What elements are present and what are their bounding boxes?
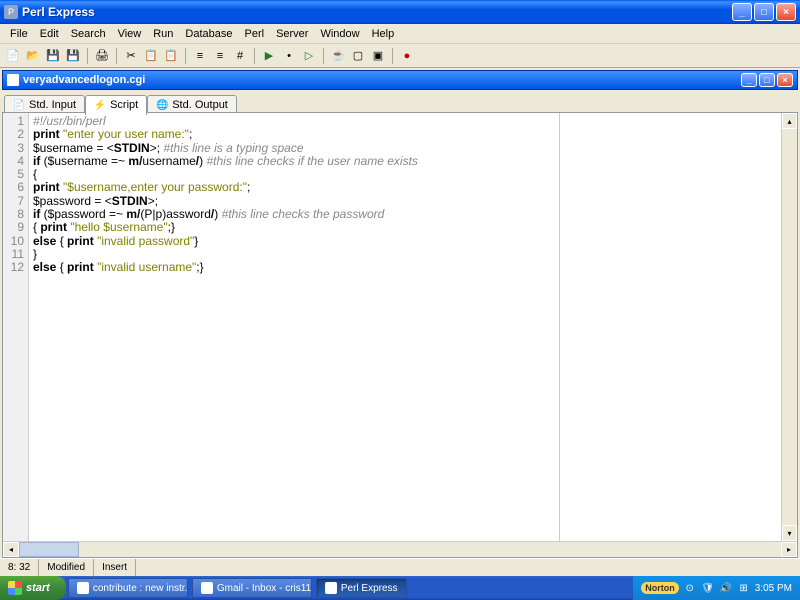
- vertical-scrollbar[interactable]: ▴ ▾: [781, 113, 797, 541]
- line-gutter: 123456789101112: [3, 113, 29, 541]
- separator: [392, 48, 393, 64]
- cursor-position: 8: 32: [0, 559, 39, 576]
- copy-icon[interactable]: 📋: [142, 47, 160, 65]
- scroll-track[interactable]: [782, 129, 797, 525]
- menu-window[interactable]: Window: [314, 26, 365, 42]
- app-titlebar: P Perl Express _ □ ×: [0, 0, 800, 24]
- menu-file[interactable]: File: [4, 26, 34, 42]
- taskbar-label: contribute : new instr...: [93, 583, 188, 594]
- app-icon: [201, 582, 213, 594]
- comment-icon[interactable]: #: [231, 47, 249, 65]
- print-icon[interactable]: 🖨: [93, 47, 111, 65]
- indent-icon[interactable]: ≡: [191, 47, 209, 65]
- taskbar-label: Perl Express: [341, 583, 398, 594]
- clock[interactable]: 3:05 PM: [755, 583, 792, 594]
- tab-label: Script: [110, 99, 138, 111]
- scroll-down-icon[interactable]: ▾: [782, 525, 797, 541]
- separator: [116, 48, 117, 64]
- debug-icon[interactable]: ☕: [329, 47, 347, 65]
- toolbar: 📄 📂 💾 💾 🖨 ✂ 📋 📋 ≡ ≡ # ▶ • ▷ ☕ ▢ ▣ ●: [0, 44, 800, 68]
- scroll-right-icon[interactable]: ▸: [781, 542, 797, 557]
- tray-icon[interactable]: ⊙: [683, 581, 697, 595]
- tray-icon[interactable]: ⊞: [737, 581, 751, 595]
- menu-edit[interactable]: Edit: [34, 26, 65, 42]
- start-button[interactable]: start: [0, 576, 66, 600]
- start-label: start: [26, 582, 50, 594]
- separator: [87, 48, 88, 64]
- doc-close-button[interactable]: ×: [777, 73, 793, 87]
- run-step-icon[interactable]: ▷: [300, 47, 318, 65]
- menu-view[interactable]: View: [112, 26, 148, 42]
- taskbar-item-contribute[interactable]: contribute : new instr...: [68, 578, 188, 598]
- taskbar-label: Gmail - Inbox - cris11...: [217, 583, 312, 594]
- doc-maximize-button[interactable]: □: [759, 73, 775, 87]
- scroll-left-icon[interactable]: ◂: [3, 542, 19, 557]
- norton-badge[interactable]: Norton: [641, 582, 679, 594]
- tab-label: Std. Input: [29, 99, 76, 111]
- scroll-up-icon[interactable]: ▴: [782, 113, 797, 129]
- save-icon[interactable]: 💾: [44, 47, 62, 65]
- input-icon: 📄: [13, 99, 25, 111]
- close-button[interactable]: ×: [776, 3, 796, 21]
- taskbar-item-perlexpress[interactable]: Perl Express: [316, 578, 407, 598]
- menu-search[interactable]: Search: [65, 26, 112, 42]
- menu-help[interactable]: Help: [366, 26, 401, 42]
- minimize-button[interactable]: _: [732, 3, 752, 21]
- windows-logo-icon: [8, 581, 22, 595]
- taskbar-item-gmail[interactable]: Gmail - Inbox - cris11...: [192, 578, 312, 598]
- scroll-thumb[interactable]: [19, 542, 79, 557]
- divider-icon: •: [280, 47, 298, 65]
- outdent-icon[interactable]: ≡: [211, 47, 229, 65]
- document-titlebar: veryadvancedlogon.cgi _ □ ×: [2, 70, 798, 90]
- script-icon: ⚡: [94, 99, 106, 111]
- vertical-ruler: [559, 113, 560, 541]
- tab-script[interactable]: ⚡ Script: [85, 95, 147, 115]
- document-filename: veryadvancedlogon.cgi: [23, 74, 739, 86]
- editor-body: 123456789101112 #!/usr/bin/perlprint "en…: [3, 113, 797, 541]
- app-icon: [77, 582, 89, 594]
- editor-tabs: 📄 Std. Input ⚡ Script 🌐 Std. Output: [0, 92, 800, 114]
- scroll-track[interactable]: [19, 542, 781, 557]
- maximize-button[interactable]: □: [754, 3, 774, 21]
- menu-database[interactable]: Database: [179, 26, 238, 42]
- tab-label: Std. Output: [172, 99, 228, 111]
- paste-icon[interactable]: 📋: [162, 47, 180, 65]
- menu-perl[interactable]: Perl: [239, 26, 271, 42]
- horizontal-scrollbar[interactable]: ◂ ▸: [3, 541, 797, 557]
- insert-mode: Insert: [94, 559, 136, 576]
- app-title: Perl Express: [22, 5, 730, 19]
- save-all-icon[interactable]: 💾: [64, 47, 82, 65]
- code-area[interactable]: #!/usr/bin/perlprint "enter your user na…: [29, 113, 781, 541]
- modified-status: Modified: [39, 559, 94, 576]
- status-bar: 8: 32 Modified Insert: [0, 558, 800, 576]
- document-icon: [7, 74, 19, 86]
- separator: [254, 48, 255, 64]
- cut-icon[interactable]: ✂: [122, 47, 140, 65]
- system-tray: Norton ⊙ 🛡 🔊 ⊞ 3:05 PM: [633, 576, 800, 600]
- run-icon[interactable]: ▶: [260, 47, 278, 65]
- app-icon: [325, 582, 337, 594]
- new-file-icon[interactable]: 📄: [4, 47, 22, 65]
- app-icon: P: [4, 5, 18, 19]
- windows-taskbar: start contribute : new instr... Gmail - …: [0, 576, 800, 600]
- record-icon[interactable]: ●: [398, 47, 416, 65]
- tray-icon[interactable]: 🛡: [701, 581, 715, 595]
- output-icon: 🌐: [156, 99, 168, 111]
- menu-bar: File Edit Search View Run Database Perl …: [0, 24, 800, 44]
- tray-icon[interactable]: 🔊: [719, 581, 733, 595]
- open-icon[interactable]: 📂: [24, 47, 42, 65]
- separator: [185, 48, 186, 64]
- menu-run[interactable]: Run: [147, 26, 179, 42]
- editor: 123456789101112 #!/usr/bin/perlprint "en…: [2, 112, 798, 558]
- window-icon[interactable]: ▢: [349, 47, 367, 65]
- doc-minimize-button[interactable]: _: [741, 73, 757, 87]
- tool-icon[interactable]: ▣: [369, 47, 387, 65]
- menu-server[interactable]: Server: [270, 26, 314, 42]
- separator: [323, 48, 324, 64]
